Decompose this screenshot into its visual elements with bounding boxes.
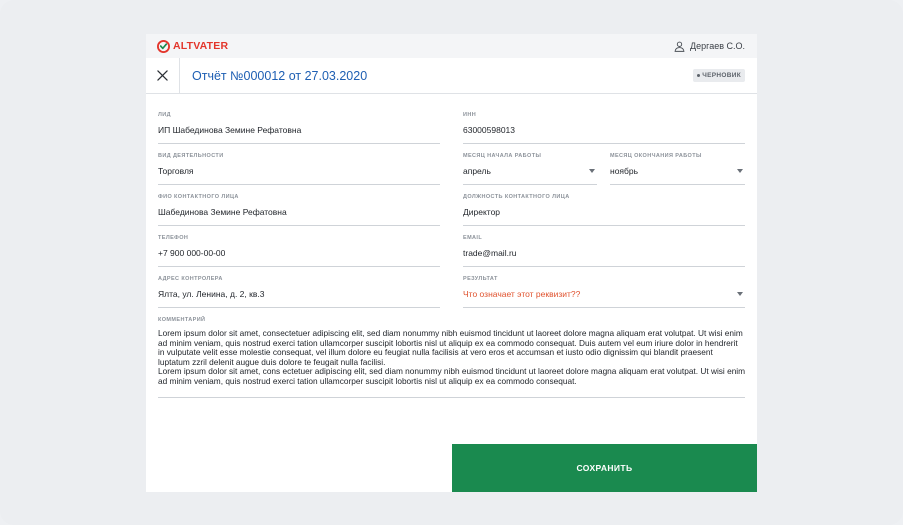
lid-value: ИП Шабединова Земине Рефатовна — [158, 125, 302, 135]
brand-logo[interactable]: ALTVATER — [157, 39, 229, 53]
end-month-label: МЕСЯЦ ОКОНЧАНИЯ РАБОТЫ — [610, 153, 702, 159]
chevron-down-icon — [589, 169, 595, 173]
user-icon — [674, 41, 685, 52]
contact-name-field[interactable]: ФИО КОНТАКТНОГО ЛИЦА Шабединова Земине Р… — [158, 194, 440, 226]
save-button[interactable]: СОХРАНИТЬ — [452, 444, 757, 492]
comment-text: Lorem ipsum dolor sit amet, consectetuer… — [158, 328, 746, 387]
address-field[interactable]: АДРЕС КОНТРОЛЕРА Ялта, ул. Ленина, д. 2,… — [158, 276, 440, 308]
inn-value: 63000598013 — [463, 125, 516, 135]
brand-name: ALTVATER — [173, 40, 229, 52]
end-month-value: ноябрь — [610, 166, 639, 176]
chevron-down-icon — [737, 292, 743, 296]
comment-label: КОММЕНТАРИЙ — [158, 317, 206, 323]
close-icon — [157, 70, 168, 81]
email-value: trade@mail.ru — [463, 248, 517, 258]
result-select[interactable]: РЕЗУЛЬТАТ Что означает этот реквизит?? — [463, 276, 745, 308]
end-month-select[interactable]: МЕСЯЦ ОКОНЧАНИЯ РАБОТЫ ноябрь — [610, 153, 745, 185]
altvater-logo-icon — [157, 39, 170, 53]
report-header: Отчёт №000012 от 27.03.2020 ЧЕРНОВИК — [146, 57, 757, 94]
address-label: АДРЕС КОНТРОЛЕРА — [158, 276, 223, 282]
contact-position-label: ДОЛЖНОСТЬ КОНТАКТНОГО ЛИЦА — [463, 194, 570, 200]
contact-name-label: ФИО КОНТАКТНОГО ЛИЦА — [158, 194, 239, 200]
chevron-down-icon — [737, 169, 743, 173]
start-month-select[interactable]: МЕСЯЦ НАЧАЛА РАБОТЫ апрель — [463, 153, 597, 185]
inn-field[interactable]: ИНН 63000598013 — [463, 112, 745, 144]
user-name: Дергаев С.О. — [690, 41, 745, 51]
phone-label: ТЕЛЕФОН — [158, 235, 189, 241]
contact-name-value: Шабединова Земине Рефатовна — [158, 207, 287, 217]
activity-field[interactable]: ВИД ДЕЯТЕЛЬНОСТИ Торговля — [158, 153, 440, 185]
activity-value: Торговля — [158, 166, 194, 176]
comment-field[interactable]: КОММЕНТАРИЙ Lorem ipsum dolor sit amet, … — [158, 317, 745, 398]
address-value: Ялта, ул. Ленина, д. 2, кв.3 — [158, 289, 265, 299]
report-window: ALTVATER Дергаев С.О. Отчёт №000012 от 2… — [146, 34, 757, 492]
comment-paragraph-2: Lorem ipsum dolor sit amet, cons ectetue… — [158, 366, 746, 386]
phone-value: +7 900 000-00-00 — [158, 248, 226, 258]
contact-position-value: Директор — [463, 207, 501, 217]
result-label: РЕЗУЛЬТАТ — [463, 276, 498, 282]
phone-field[interactable]: ТЕЛЕФОН +7 900 000-00-00 — [158, 235, 440, 267]
email-field[interactable]: EMAIL trade@mail.ru — [463, 235, 745, 267]
lid-field[interactable]: ЛИД ИП Шабединова Земине Рефатовна — [158, 112, 440, 144]
status-dot-icon — [697, 74, 701, 77]
close-button[interactable] — [146, 57, 180, 94]
user-menu[interactable]: Дергаев С.О. — [674, 41, 745, 52]
email-label: EMAIL — [463, 235, 483, 241]
activity-label: ВИД ДЕЯТЕЛЬНОСТИ — [158, 153, 224, 159]
start-month-value: апрель — [463, 166, 491, 176]
start-month-label: МЕСЯЦ НАЧАЛА РАБОТЫ — [463, 153, 542, 159]
result-value: Что означает этот реквизит?? — [463, 289, 581, 299]
page-title: Отчёт №000012 от 27.03.2020 — [192, 68, 368, 83]
comment-paragraph-1: Lorem ipsum dolor sit amet, consectetuer… — [158, 328, 743, 367]
contact-position-field[interactable]: ДОЛЖНОСТЬ КОНТАКТНОГО ЛИЦА Директор — [463, 194, 745, 226]
top-bar: ALTVATER Дергаев С.О. — [146, 34, 757, 58]
status-badge: ЧЕРНОВИК — [693, 69, 745, 82]
inn-label: ИНН — [463, 112, 477, 118]
lid-label: ЛИД — [158, 112, 171, 118]
status-badge-label: ЧЕРНОВИК — [702, 72, 741, 79]
